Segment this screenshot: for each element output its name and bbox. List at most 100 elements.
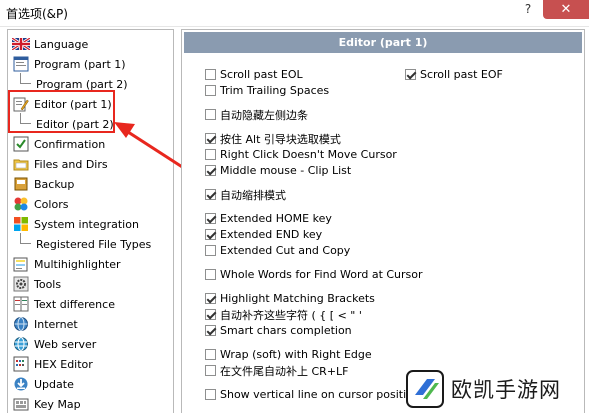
option-label: Right Click Doesn't Move Cursor <box>220 148 397 161</box>
sidebar-item-web-server[interactable]: Web server <box>12 335 96 353</box>
sidebar-item-label: Key Map <box>34 397 81 411</box>
checkbox[interactable] <box>205 133 216 144</box>
checkbox[interactable] <box>205 349 216 360</box>
key-map-icon <box>12 396 30 412</box>
confirmation-icon <box>12 136 30 152</box>
checkbox[interactable] <box>205 85 216 96</box>
program-window-icon <box>12 56 30 72</box>
sidebar-item-label: Program (part 2) <box>36 77 128 91</box>
option-smart-chars-completion[interactable]: Smart chars completion <box>205 323 352 338</box>
option-label: 自动隐藏左侧边条 <box>220 108 308 122</box>
checkbox[interactable] <box>205 325 216 336</box>
update-icon <box>12 376 30 392</box>
option-auto-crlf-eof[interactable]: 在文件尾自动补上 CR+LF <box>205 363 349 378</box>
internet-icon <box>12 316 30 332</box>
option-extended-end-key[interactable]: Extended END key <box>205 227 322 242</box>
checkbox[interactable] <box>205 149 216 160</box>
sidebar-item-label: Tools <box>34 277 62 291</box>
option-right-click-no-move[interactable]: Right Click Doesn't Move Cursor <box>205 147 397 162</box>
sidebar-item-hex-editor[interactable]: HEX Editor <box>12 355 93 373</box>
watermark-logo: 欧凯手游网 <box>405 366 589 412</box>
checkbox[interactable] <box>205 293 216 304</box>
option-label: 在文件尾自动补上 CR+LF <box>220 364 349 378</box>
option-label: 自动补齐这些字符 ( { [ < " ' <box>220 308 362 322</box>
option-label: Scroll past EOL <box>220 68 303 81</box>
checkbox[interactable] <box>205 69 216 80</box>
option-auto-hide-left-bar[interactable]: 自动隐藏左侧边条 <box>205 107 308 122</box>
sidebar-item-internet[interactable]: Internet <box>12 315 78 333</box>
sidebar-item-update[interactable]: Update <box>12 375 74 393</box>
windows-logo-icon <box>12 216 30 232</box>
checkbox[interactable] <box>205 269 216 280</box>
sidebar-item-label: Text difference <box>34 297 115 311</box>
sidebar-item-system-integration[interactable]: System integration <box>12 215 139 233</box>
web-server-icon <box>12 336 30 352</box>
checkbox[interactable] <box>205 309 216 320</box>
sidebar-item-registered-file-types[interactable]: Registered File Types <box>36 235 151 253</box>
sidebar-item-program-part1[interactable]: Program (part 1) <box>12 55 126 73</box>
option-wrap-soft-right-edge[interactable]: Wrap (soft) with Right Edge <box>205 347 372 362</box>
sidebar-item-label: System integration <box>34 217 139 231</box>
option-scroll-past-eol[interactable]: Scroll past EOL <box>205 67 303 82</box>
sidebar-item-backup[interactable]: Backup <box>12 175 74 193</box>
option-label: Wrap (soft) with Right Edge <box>220 348 372 361</box>
option-highlight-brackets[interactable]: Highlight Matching Brackets <box>205 291 375 306</box>
checkbox[interactable] <box>405 69 416 80</box>
option-middle-mouse-clip-list[interactable]: Middle mouse - Clip List <box>205 163 351 178</box>
checkbox[interactable] <box>205 245 216 256</box>
option-label: Highlight Matching Brackets <box>220 292 375 305</box>
hex-editor-icon <box>12 356 30 372</box>
tree-connector <box>20 73 31 84</box>
checkbox[interactable] <box>205 189 216 200</box>
sidebar-item-label: Registered File Types <box>36 237 152 251</box>
sidebar-item-text-difference[interactable]: Text difference <box>12 295 115 313</box>
sidebar-item-label: HEX Editor <box>34 357 93 371</box>
option-vertical-line-cursor[interactable]: Show vertical line on cursor position <box>205 387 420 402</box>
sidebar-item-label: Confirmation <box>34 137 106 151</box>
option-extended-cut-copy[interactable]: Extended Cut and Copy <box>205 243 350 258</box>
sidebar-item-key-map[interactable]: Key Map <box>12 395 81 413</box>
option-alt-block-select[interactable]: 按住 Alt 引导块选取模式 <box>205 131 341 146</box>
checkbox[interactable] <box>205 213 216 224</box>
checkbox[interactable] <box>205 109 216 120</box>
tree-connector <box>20 233 31 244</box>
help-button[interactable]: ? <box>515 0 541 19</box>
option-label: Scroll past EOF <box>420 68 503 81</box>
sidebar-item-label: Internet <box>34 317 78 331</box>
sidebar-item-confirmation[interactable]: Confirmation <box>12 135 105 153</box>
close-button[interactable]: ✕ <box>543 0 589 19</box>
option-whole-words-find[interactable]: Whole Words for Find Word at Cursor <box>205 267 423 282</box>
checkbox[interactable] <box>205 229 216 240</box>
window-title: 首选项(&P) <box>6 7 68 21</box>
option-label: 按住 Alt 引导块选取模式 <box>220 132 341 146</box>
sidebar-item-language[interactable]: Language <box>12 35 88 53</box>
backup-icon <box>12 176 30 192</box>
option-trim-trailing-spaces[interactable]: Trim Trailing Spaces <box>205 83 329 98</box>
option-label: Smart chars completion <box>220 324 352 337</box>
checkbox[interactable] <box>205 365 216 376</box>
checkbox[interactable] <box>205 389 216 400</box>
option-scroll-past-eof[interactable]: Scroll past EOF <box>405 67 503 82</box>
option-label: Extended Cut and Copy <box>220 244 351 257</box>
sidebar-item-label: Update <box>34 377 74 391</box>
sidebar-item-multihighlighter[interactable]: Multihighlighter <box>12 255 121 273</box>
option-label: Extended END key <box>220 228 323 241</box>
sidebar-item-colors[interactable]: Colors <box>12 195 68 213</box>
editor-settings-panel: Editor (part 1) Scroll past EOL Scroll p… <box>181 29 585 413</box>
option-auto-indent[interactable]: 自动缩排模式 <box>205 187 286 202</box>
sidebar-item-files-and-dirs[interactable]: Files and Dirs <box>12 155 108 173</box>
annotation-highlight-box <box>8 90 115 133</box>
sidebar-item-label: Backup <box>34 177 75 191</box>
sidebar-item-label: Program (part 1) <box>34 57 126 71</box>
sidebar-item-tools[interactable]: Tools <box>12 275 61 293</box>
colors-icon <box>12 196 30 212</box>
option-auto-complete-chars[interactable]: 自动补齐这些字符 ( { [ < " ' <box>205 307 362 322</box>
uk-flag-icon <box>12 36 30 52</box>
title-bar: 首选项(&P) ? ✕ <box>0 0 589 27</box>
multihighlighter-icon <box>12 256 30 272</box>
option-label: Whole Words for Find Word at Cursor <box>220 268 423 281</box>
checkbox[interactable] <box>205 165 216 176</box>
sidebar-item-label: Language <box>34 37 89 51</box>
option-extended-home-key[interactable]: Extended HOME key <box>205 211 332 226</box>
option-label: Extended HOME key <box>220 212 332 225</box>
